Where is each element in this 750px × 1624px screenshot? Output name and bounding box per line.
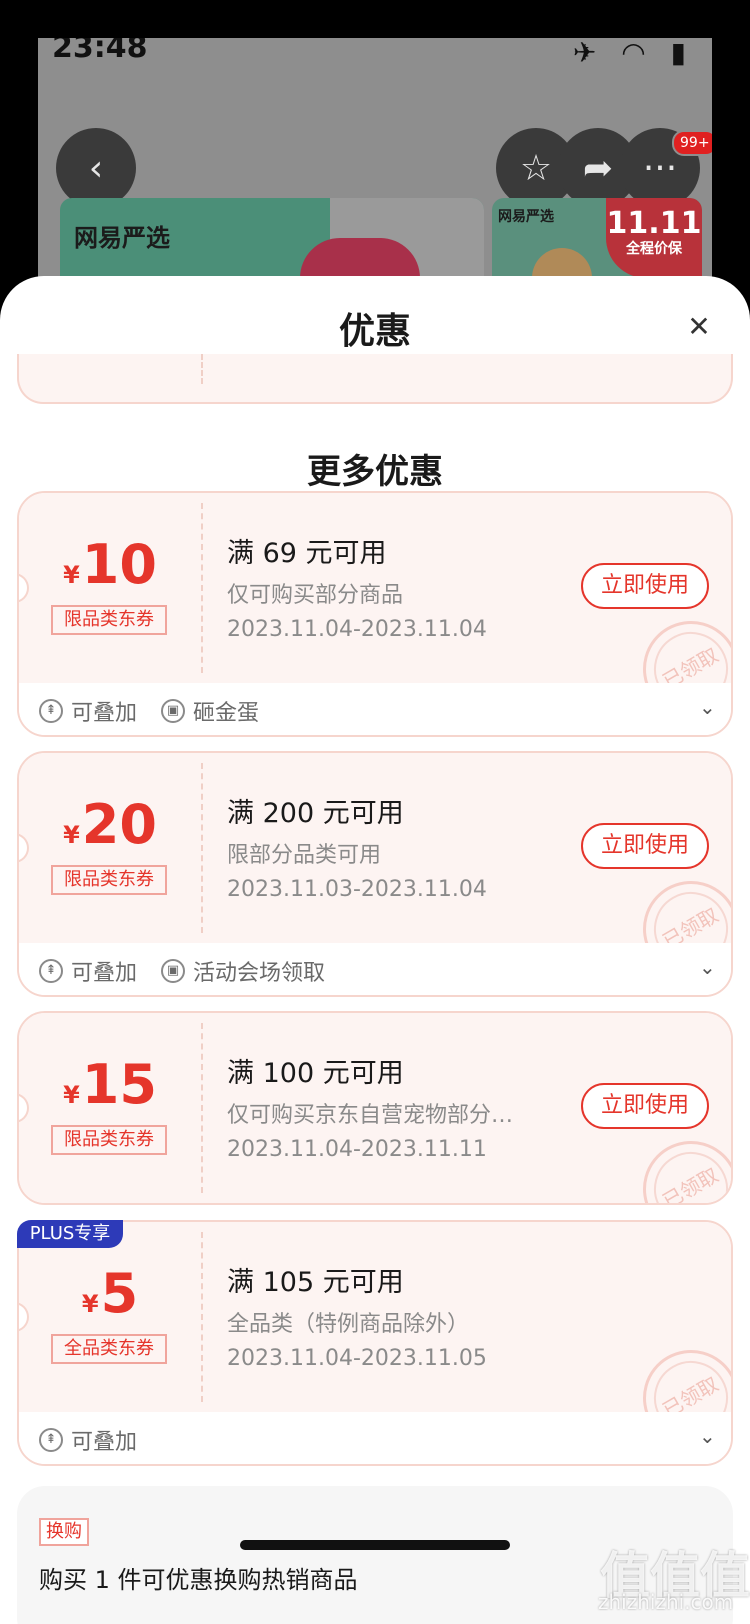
coupon-threshold: 满 200 元可用 <box>227 798 404 829</box>
coupon-amount: ¥20 <box>63 793 157 856</box>
stackable-tag: ⇞ 可叠加 <box>39 1424 137 1456</box>
stack-icon: ⇞ <box>39 1428 63 1452</box>
double11-tag: 11.11 全程价保 <box>606 198 702 278</box>
ticket-icon: ▣ <box>161 699 185 723</box>
exchange-tag: 换购 <box>39 1518 89 1546</box>
brand-logo: 网易严选 <box>74 224 170 252</box>
ticket-icon: ▣ <box>161 959 185 983</box>
notification-badge: 99+ <box>672 130 712 156</box>
chevron-down-icon[interactable]: ⌄ <box>699 955 716 979</box>
use-now-button[interactable]: 立即使用 <box>581 823 709 869</box>
status-icons: ✈ ◠ ▮ <box>572 38 694 69</box>
coupon-category: 限品类东券 <box>51 605 167 635</box>
more-icon: ··· <box>642 147 678 189</box>
close-icon: ✕ <box>687 310 711 343</box>
claimed-stamp: 已领取 <box>625 1123 731 1203</box>
coupon-desc: 全品类（特例商品除外） <box>227 1312 470 1337</box>
section-title: 更多优惠 <box>307 452 443 492</box>
stackable-tag: ⇞ 可叠加 <box>39 955 137 987</box>
coupon-category: 全品类东券 <box>51 1334 167 1364</box>
coupon-card[interactable]: ¥10 限品类东券 满 69 元可用 仅可购买部分商品 2023.11.04-2… <box>17 491 733 737</box>
stackable-tag: ⇞ 可叠加 <box>39 695 137 727</box>
use-now-button[interactable]: 立即使用 <box>581 1083 709 1129</box>
stack-icon: ⇞ <box>39 699 63 723</box>
coupon-date: 2023.11.04-2023.11.05 <box>227 1346 487 1371</box>
home-indicator <box>240 1540 510 1550</box>
coupon-threshold: 满 105 元可用 <box>227 1267 404 1298</box>
coupon-category: 限品类东券 <box>51 865 167 895</box>
coupon-desc: 仅可购买部分商品 <box>227 583 404 608</box>
coupon-date: 2023.11.04-2023.11.04 <box>227 617 487 642</box>
share-icon: ➦ <box>582 147 614 189</box>
coupon-date: 2023.11.04-2023.11.11 <box>227 1137 487 1162</box>
coupon-amount: ¥15 <box>63 1053 157 1116</box>
coupon-amount: ¥5 <box>81 1262 139 1325</box>
coupon-threshold: 满 69 元可用 <box>227 538 387 569</box>
coupon-threshold: 满 100 元可用 <box>227 1058 404 1089</box>
exchange-text: 购买 1 件可优惠换购热销商品 <box>39 1566 358 1594</box>
coupon-card[interactable]: ¥20 限品类东券 满 200 元可用 限部分品类可用 2023.11.03-2… <box>17 751 733 997</box>
coupon-desc: 限部分品类可用 <box>227 843 382 868</box>
coupon-amount: ¥10 <box>63 533 157 596</box>
chevron-left-icon: ‹ <box>88 147 104 189</box>
coupon-desc: 仅可购买京东自营宠物部分… <box>227 1103 514 1128</box>
chevron-down-icon[interactable]: ⌄ <box>699 1424 716 1448</box>
sheet-title: 优惠 <box>338 311 411 352</box>
star-icon: ☆ <box>519 147 553 189</box>
plus-exclusive-badge: PLUS专享 <box>17 1220 123 1248</box>
coupon-category: 限品类东券 <box>51 1125 167 1155</box>
source-tag: ▣ 活动会场领取 <box>161 955 325 987</box>
source-tag: ▣ 砸金蛋 <box>161 695 259 727</box>
chevron-down-icon[interactable]: ⌄ <box>699 695 716 719</box>
close-button[interactable]: ✕ <box>684 312 714 342</box>
watermark-site: zhizhizhi.com <box>598 1590 734 1614</box>
back-button[interactable]: ‹ <box>56 128 136 208</box>
discount-sheet: 优惠 ✕ 更多优惠 ¥10 限品类东券 满 69 元可用 仅可购买部分商品 20… <box>0 276 750 1624</box>
use-now-button[interactable]: 立即使用 <box>581 563 709 609</box>
stack-icon: ⇞ <box>39 959 63 983</box>
coupon-card[interactable]: ¥15 限品类东券 满 100 元可用 仅可购买京东自营宠物部分… 2023.1… <box>17 1011 733 1205</box>
coupon-card[interactable]: ¥5 全品类东券 满 105 元可用 全品类（特例商品除外） 2023.11.0… <box>17 1220 733 1466</box>
coupon-date: 2023.11.03-2023.11.04 <box>227 877 487 902</box>
brand-logo: 网易严选 <box>498 209 554 225</box>
coupon-card-partial <box>17 354 733 404</box>
status-time: 23:48 <box>52 38 148 65</box>
